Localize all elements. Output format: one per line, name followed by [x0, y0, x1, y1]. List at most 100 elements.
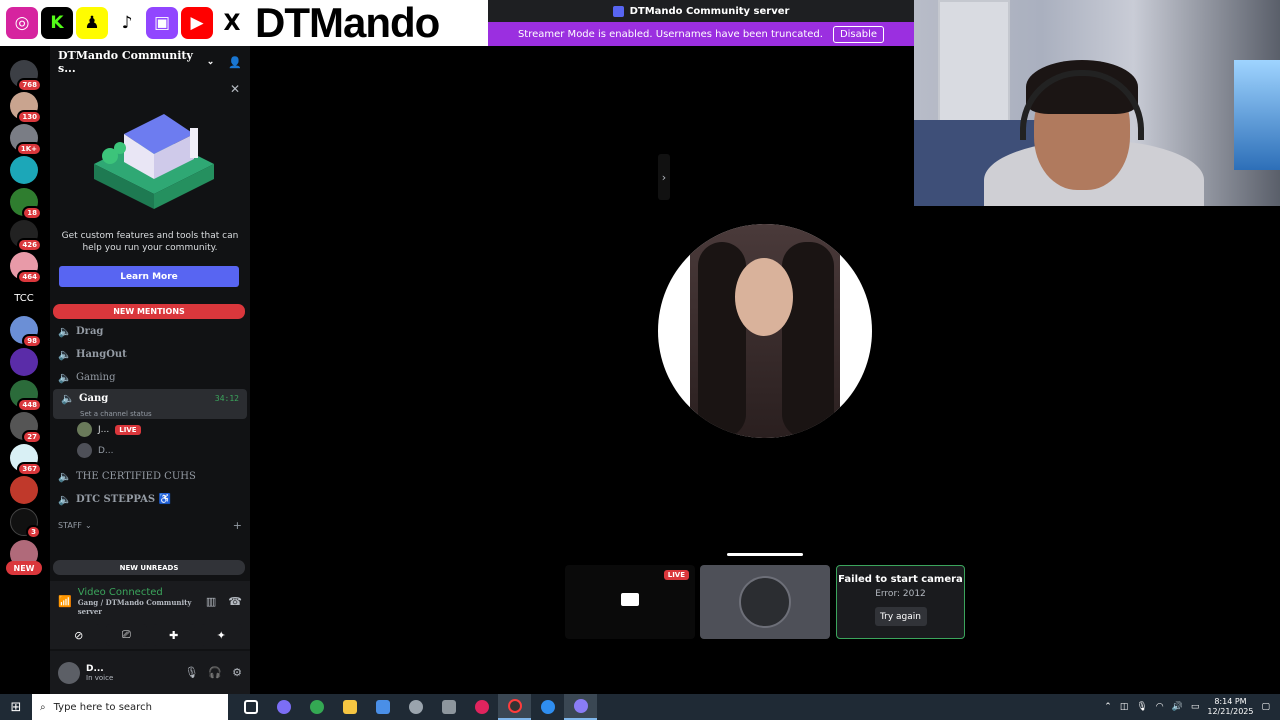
- close-icon[interactable]: ✕: [230, 82, 240, 96]
- chevron-right-icon[interactable]: ›: [658, 154, 670, 200]
- server-icon[interactable]: 3: [10, 508, 41, 539]
- try-again-button[interactable]: Try again: [874, 607, 927, 626]
- voice-user[interactable]: D...: [50, 440, 250, 461]
- clock[interactable]: 8:14 PM 12/21/2025: [1207, 697, 1253, 717]
- taskbar-search[interactable]: ⌕ Type here to search: [32, 694, 228, 720]
- channel-status[interactable]: Set a channel status: [61, 410, 239, 419]
- chrome-icon[interactable]: [300, 694, 333, 720]
- activities-button[interactable]: ✚: [153, 624, 195, 646]
- server-icon[interactable]: [10, 156, 38, 184]
- new-unreads-pill[interactable]: NEW UNREADS: [53, 560, 245, 575]
- channel-name: HangOut: [76, 348, 127, 360]
- disconnect-icon[interactable]: ☎: [228, 595, 242, 608]
- server-tcc[interactable]: TCC: [6, 293, 42, 304]
- chevron-down-icon: ⌄: [85, 520, 92, 530]
- server-icon[interactable]: [10, 476, 38, 504]
- edge-icon[interactable]: [531, 694, 564, 720]
- social-overlay: ◎ K ♟ ♪ ▣ ▶ X DTMando: [0, 0, 488, 46]
- server-header[interactable]: DTMando Community s... ⌄ 👤: [50, 46, 250, 78]
- disable-button[interactable]: Disable: [832, 25, 885, 43]
- avatar: [739, 576, 791, 628]
- search-placeholder: Type here to search: [53, 701, 152, 713]
- share-screen-button[interactable]: ⎚: [105, 624, 147, 646]
- server-icon[interactable]: 98: [10, 316, 42, 348]
- channel-name: Drag: [76, 325, 104, 337]
- discord-icon[interactable]: [564, 694, 597, 720]
- window-titlebar: DTMando Community server: [488, 0, 914, 22]
- server-icon[interactable]: 27: [10, 412, 42, 444]
- voice-user[interactable]: J... ▮◀ LIVE: [50, 46, 1280, 440]
- mention-badge: 98: [22, 334, 42, 348]
- voice-connection-panel: 📶 Video Connected Gang / DTMando Communi…: [50, 581, 250, 649]
- xbox-icon[interactable]: [432, 694, 465, 720]
- mention-badge: 18: [22, 206, 42, 220]
- mention-badge: 464: [17, 270, 42, 284]
- speaker-icon: 🔈: [58, 347, 72, 361]
- server-icon[interactable]: 1K+: [10, 124, 42, 156]
- volume-icon[interactable]: 🔊: [1172, 702, 1183, 712]
- youtube-icon: ▶: [181, 7, 213, 39]
- wifi-icon[interactable]: ◠: [1156, 702, 1164, 712]
- microphone-icon[interactable]: 🎙: [184, 666, 198, 679]
- speaker-avatar[interactable]: [658, 224, 872, 438]
- voice-channel-dtc-steppas[interactable]: 🔈 DTC STEPPAS ♿: [50, 488, 250, 510]
- windows-start-icon[interactable]: ⊞: [0, 694, 32, 720]
- gear-icon[interactable]: ⚙: [232, 666, 242, 679]
- notifications-icon[interactable]: ▢: [1261, 702, 1270, 712]
- camera-off-button[interactable]: ⊘: [58, 624, 100, 646]
- signal-icon[interactable]: 📶: [58, 595, 72, 608]
- channel-name: THE CERTIFIED CUHS: [76, 470, 196, 482]
- new-pill[interactable]: NEW: [6, 561, 42, 575]
- server-icon[interactable]: 18: [10, 188, 42, 220]
- mention-badge: 130: [17, 110, 42, 124]
- channel-sidebar: DTMando Community s... ⌄ 👤 ✕ Get custom …: [50, 46, 1280, 694]
- category-staff[interactable]: STAFF ⌄ +: [50, 516, 250, 534]
- live-badge: LIVE: [115, 424, 141, 435]
- stage-divider[interactable]: [727, 553, 803, 556]
- microphone-icon[interactable]: 🎙: [1136, 702, 1147, 712]
- server-icon[interactable]: 448: [10, 380, 42, 412]
- server-icon[interactable]: 367: [10, 444, 42, 476]
- noise-suppression-icon[interactable]: ▥: [206, 595, 216, 608]
- battery-icon[interactable]: ▭: [1191, 702, 1200, 712]
- add-channel-icon[interactable]: +: [233, 519, 242, 532]
- server-icon[interactable]: 768: [10, 60, 42, 92]
- voice-channel-gaming[interactable]: 🔈 Gaming: [50, 366, 250, 388]
- participant-tile[interactable]: [700, 565, 830, 639]
- soundboard-button[interactable]: ✦: [200, 624, 242, 646]
- voice-channel-hangout[interactable]: 🔈 HangOut: [50, 343, 250, 365]
- learn-more-button[interactable]: Learn More: [59, 266, 239, 287]
- voice-channel-gang[interactable]: 🔈 Gang 34:12 Set a channel status: [53, 389, 247, 419]
- headphones-icon[interactable]: 🎧: [208, 666, 222, 679]
- copilot-icon[interactable]: [267, 694, 300, 720]
- window-title: DTMando Community server: [629, 5, 790, 17]
- server-icon[interactable]: 426: [10, 220, 42, 252]
- community-house-illustration: [94, 114, 214, 209]
- voice-channel-certified-cuhs[interactable]: 🔈 THE CERTIFIED CUHS: [50, 465, 250, 487]
- add-member-icon[interactable]: 👤: [228, 56, 242, 69]
- voice-status: Video Connected: [77, 587, 163, 598]
- settings-icon[interactable]: [399, 694, 432, 720]
- media-player-icon[interactable]: [465, 694, 498, 720]
- obs-icon[interactable]: [498, 694, 531, 720]
- voice-location[interactable]: Gang / DTMando Community server: [78, 598, 200, 616]
- user-panel: D... In voice 🎙 🎧 ⚙: [50, 651, 250, 694]
- server-icon[interactable]: 130: [10, 92, 42, 124]
- voice-channel-drag[interactable]: 🔈 Drag: [50, 320, 250, 342]
- mention-badge: 1K+: [15, 142, 42, 156]
- task-view-icon[interactable]: [234, 694, 267, 720]
- boost-promo: ✕ Get custom features and tools that can…: [54, 78, 246, 288]
- search-icon: ⌕: [40, 701, 46, 713]
- server-icon[interactable]: [10, 348, 38, 376]
- camera-error-code: Error: 2012: [875, 589, 926, 599]
- server-icon[interactable]: 464: [10, 252, 42, 284]
- store-icon[interactable]: [366, 694, 399, 720]
- file-explorer-icon[interactable]: [333, 694, 366, 720]
- my-status: In voice: [86, 673, 114, 682]
- chevron-up-icon[interactable]: ⌃: [1104, 702, 1112, 712]
- stream-tile[interactable]: LIVE: [565, 565, 695, 639]
- avatar[interactable]: [58, 661, 80, 684]
- network-icon[interactable]: ◫: [1120, 702, 1129, 712]
- new-mentions-pill[interactable]: NEW MENTIONS: [53, 304, 245, 319]
- avatar: [77, 422, 92, 437]
